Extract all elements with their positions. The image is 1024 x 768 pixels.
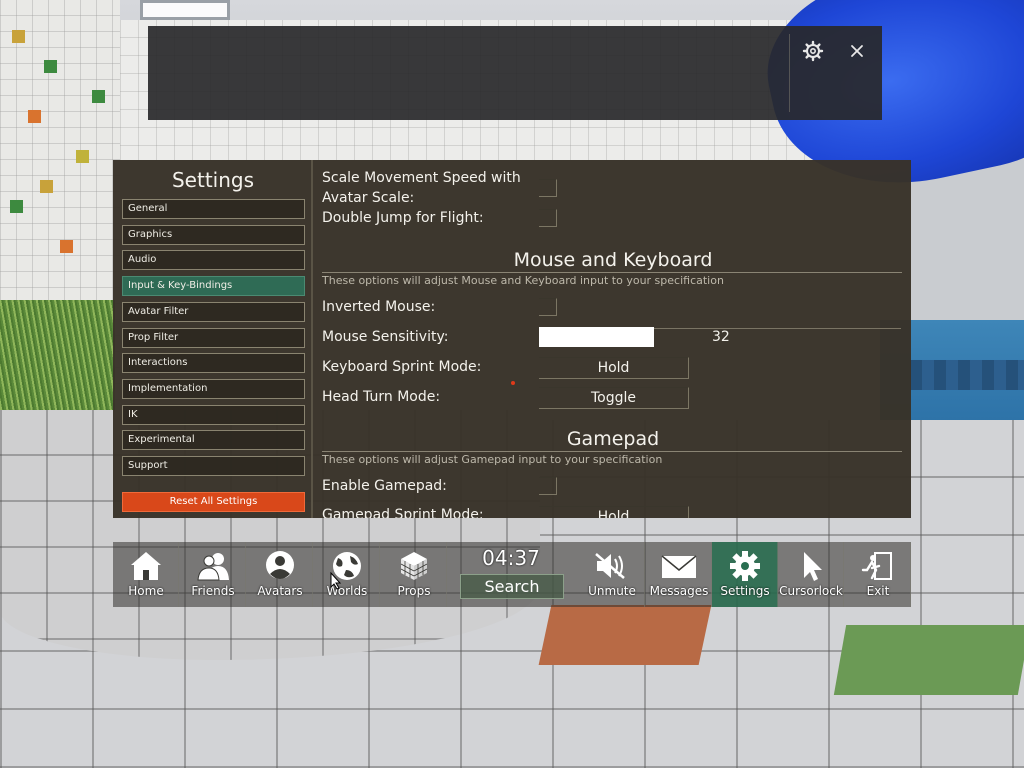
props-button[interactable]: Props xyxy=(381,542,447,607)
home-icon xyxy=(131,552,161,580)
messages-label: Messages xyxy=(649,584,709,598)
worlds-label: Worlds xyxy=(326,584,368,598)
cursorlock-button[interactable]: Cursorlock xyxy=(778,542,844,607)
mouse-sensitivity-label: Mouse Sensitivity: xyxy=(322,329,449,345)
envelope-icon xyxy=(661,555,697,578)
mouse-keyboard-section-title: Mouse and Keyboard xyxy=(513,249,713,271)
home-label: Home xyxy=(128,584,164,598)
messages-button[interactable]: Messages xyxy=(646,542,712,607)
settings-content[interactable]: Scale Movement Speed with Avatar Scale: … xyxy=(315,160,911,518)
sidebar-item-support[interactable]: Support xyxy=(122,456,305,476)
enable-gamepad-label: Enable Gamepad: xyxy=(322,478,447,494)
search-button[interactable]: Search xyxy=(460,574,564,599)
friends-icon xyxy=(197,553,229,581)
sidebar-item-input-key-bindings[interactable]: Input & Key-Bindings xyxy=(122,276,305,296)
inverted-mouse-label: Inverted Mouse: xyxy=(322,299,436,315)
keyboard-sprint-mode-dropdown[interactable]: Hold xyxy=(539,357,689,379)
settings-title: Settings xyxy=(171,168,255,192)
settings-label: Settings xyxy=(720,584,770,598)
section-divider xyxy=(322,451,902,452)
sidebar-item-experimental[interactable]: Experimental xyxy=(122,430,305,450)
topbar-divider xyxy=(789,34,790,112)
gear-icon xyxy=(730,551,760,581)
sidebar-item-avatar-filter[interactable]: Avatar Filter xyxy=(122,302,305,322)
friends-button[interactable]: Friends xyxy=(180,542,246,607)
sidebar-item-graphics[interactable]: Graphics xyxy=(122,225,305,245)
enable-gamepad-checkbox[interactable] xyxy=(539,477,557,495)
mouse-sensitivity-slider[interactable] xyxy=(539,327,654,347)
speaker-muted-icon xyxy=(595,553,625,579)
mouse-keyboard-description: These options will adjust Mouse and Keyb… xyxy=(322,274,724,287)
home-button[interactable]: Home xyxy=(113,542,179,607)
sidebar-item-ik[interactable]: IK xyxy=(122,405,305,425)
unmute-label: Unmute xyxy=(588,584,636,598)
cube-icon xyxy=(400,552,428,580)
unmute-button[interactable]: Unmute xyxy=(579,542,645,607)
close-icon[interactable] xyxy=(844,38,870,64)
double-jump-checkbox[interactable] xyxy=(539,209,557,227)
gear-icon[interactable] xyxy=(800,38,826,64)
exit-button[interactable]: Exit xyxy=(845,542,911,607)
inverted-mouse-checkbox[interactable] xyxy=(539,298,557,316)
globe-icon xyxy=(333,552,361,580)
head-turn-mode-label: Head Turn Mode: xyxy=(322,389,441,405)
sidebar-item-prop-filter[interactable]: Prop Filter xyxy=(122,328,305,348)
sidebar-item-audio[interactable]: Audio xyxy=(122,250,305,270)
quick-menu-taskbar: Home Friends Avatars Worlds Props 04:37 … xyxy=(113,542,911,607)
floor-tile-green xyxy=(833,625,1024,695)
double-jump-label: Double Jump for Flight: xyxy=(322,210,484,226)
sidebar-item-general[interactable]: General xyxy=(122,199,305,219)
sidebar-item-implementation[interactable]: Implementation xyxy=(122,379,305,399)
gamepad-sprint-mode-label: Gamepad Sprint Mode: xyxy=(322,507,484,518)
reset-all-settings-button[interactable]: Reset All Settings xyxy=(122,492,305,512)
props-label: Props xyxy=(397,584,431,598)
avatars-label: Avatars xyxy=(257,584,303,598)
gamepad-section-title: Gamepad xyxy=(566,428,660,450)
clock: 04:37 xyxy=(482,546,540,570)
exit-icon xyxy=(861,552,892,580)
cursor-icon xyxy=(804,552,822,581)
sidebar-item-interactions[interactable]: Interactions xyxy=(122,353,305,373)
avatars-button[interactable]: Avatars xyxy=(247,542,313,607)
exit-label: Exit xyxy=(866,584,890,598)
keyboard-sprint-mode-label: Keyboard Sprint Mode: xyxy=(322,359,482,375)
cursorlock-label: Cursorlock xyxy=(779,584,843,598)
scale-movement-label-line2: Avatar Scale: xyxy=(322,190,415,206)
avatar-icon xyxy=(266,551,294,579)
gamepad-description: These options will adjust Gamepad input … xyxy=(322,453,663,466)
head-turn-mode-dropdown[interactable]: Toggle xyxy=(539,387,689,409)
settings-panel: Settings General Graphics Audio Input & … xyxy=(113,160,911,518)
section-divider xyxy=(322,272,902,273)
settings-button[interactable]: Settings xyxy=(712,542,778,607)
ceiling-light xyxy=(140,0,230,20)
settings-sidebar: Settings General Graphics Audio Input & … xyxy=(113,160,313,518)
worlds-button[interactable]: Worlds xyxy=(314,542,380,607)
pointer-dot xyxy=(511,381,515,385)
notification-bar xyxy=(148,26,882,120)
scale-movement-checkbox[interactable] xyxy=(539,179,557,197)
scale-movement-label-line1: Scale Movement Speed with xyxy=(322,170,521,186)
pool-edge xyxy=(910,360,1024,390)
gamepad-sprint-mode-dropdown[interactable]: Hold xyxy=(539,506,689,518)
mouse-sensitivity-value: 32 xyxy=(712,329,730,345)
mouse-cursor-icon xyxy=(330,572,342,590)
plants xyxy=(0,300,115,420)
friends-label: Friends xyxy=(191,584,235,598)
floor-tile-brown xyxy=(538,605,712,665)
